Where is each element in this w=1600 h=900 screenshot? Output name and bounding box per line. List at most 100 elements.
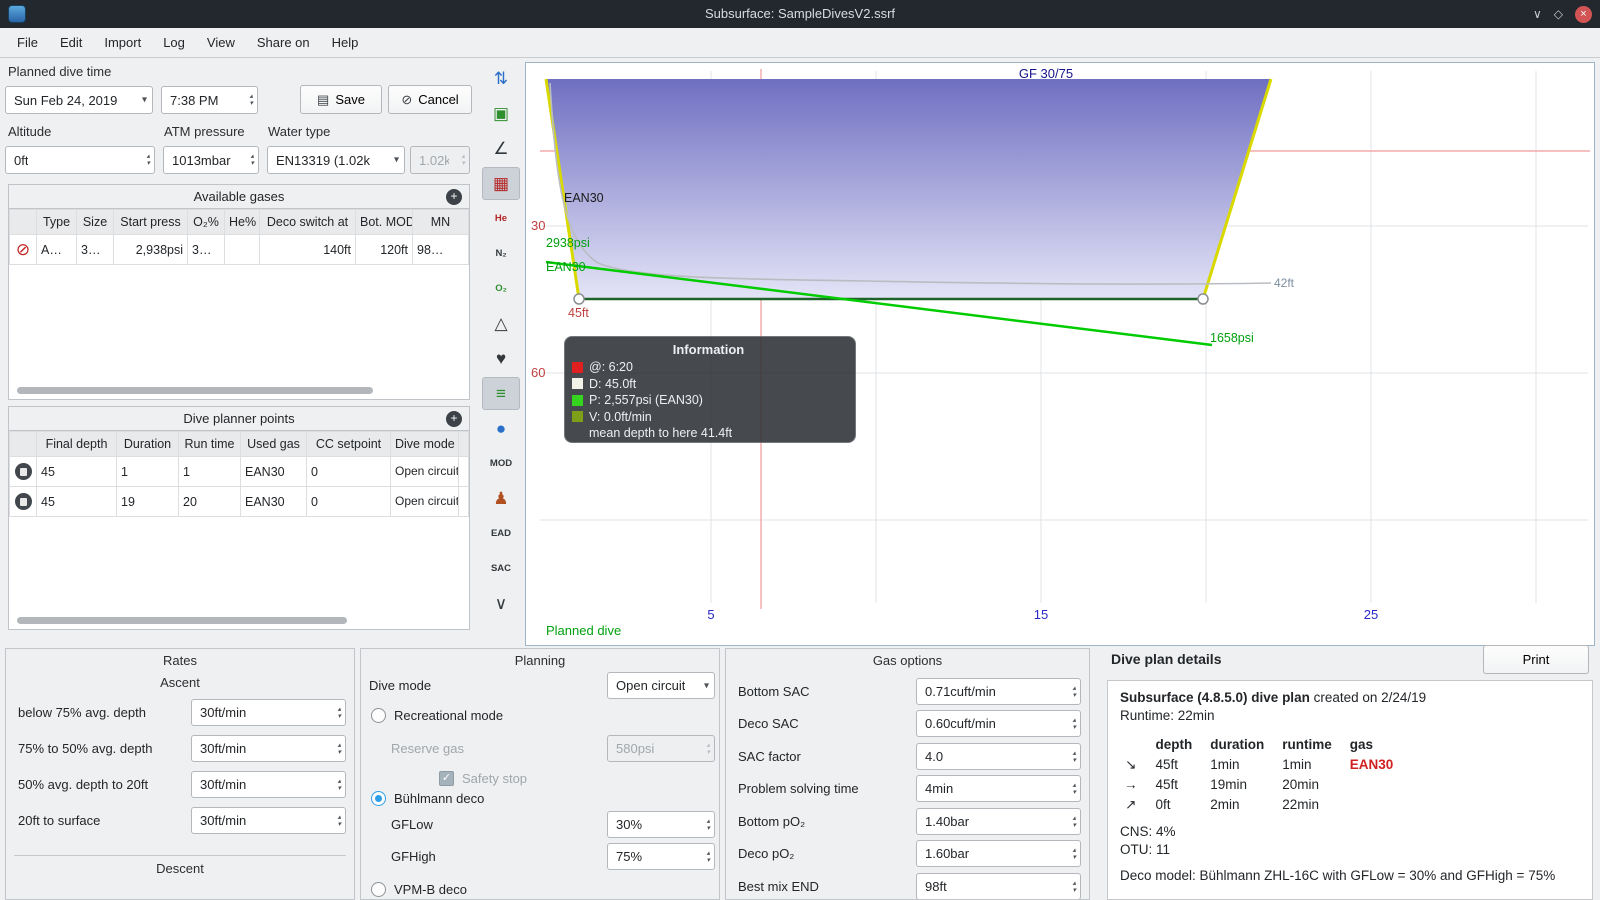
pp-o2-icon[interactable]: O₂: [482, 272, 520, 305]
cell-run-time[interactable]: 1: [178, 456, 241, 487]
col-run-time[interactable]: Run time: [178, 431, 241, 457]
ead-icon[interactable]: EAD: [482, 517, 520, 550]
cell-run-time[interactable]: 20: [178, 486, 241, 517]
planner-handle[interactable]: [1197, 293, 1209, 305]
cell-duration[interactable]: 1: [116, 456, 179, 487]
close-icon[interactable]: ×: [1575, 5, 1592, 23]
col-cc-setpoint[interactable]: CC setpoint: [306, 431, 391, 457]
spinner-arrows-icon[interactable]: ▴ ▾: [146, 153, 150, 167]
tank-bar-icon[interactable]: ≡: [482, 377, 520, 410]
tissues-ceiling-icon[interactable]: ▦: [482, 167, 520, 200]
spinner-arrows-icon[interactable]: ▴ ▾: [250, 153, 254, 167]
sac-icon[interactable]: SAC: [482, 552, 520, 585]
add-point-button[interactable]: +: [446, 411, 462, 427]
cell-he[interactable]: [224, 234, 260, 265]
radio-selected-icon[interactable]: [371, 790, 386, 806]
add-cylinder-button[interactable]: +: [446, 189, 462, 205]
bottom-po2-spinner[interactable]: 1.40bar ▴ ▾: [916, 808, 1081, 835]
cell-used-gas[interactable]: EAN30: [240, 486, 307, 517]
delete-point-icon[interactable]: [14, 493, 32, 510]
menu-log[interactable]: Log: [152, 30, 196, 55]
cell-deco-switch[interactable]: 140ft: [259, 234, 356, 265]
col-he[interactable]: He%: [224, 209, 260, 235]
ndl-tts-icon[interactable]: ♟: [482, 482, 520, 515]
col-final-depth[interactable]: Final depth: [36, 431, 117, 457]
rate-spinner[interactable]: 30ft/min ▴ ▾: [191, 699, 346, 726]
bottom-sac-spinner[interactable]: 0.71cuft/min ▴ ▾: [916, 678, 1081, 705]
horizontal-scrollbar[interactable]: [17, 617, 347, 624]
col-deco-switch[interactable]: Deco switch at: [259, 209, 356, 235]
cell-mnd[interactable]: 98…: [412, 234, 469, 265]
dive-mode-combo[interactable]: Open circuit ▾: [607, 672, 715, 699]
rate-spinner[interactable]: 30ft/min ▴ ▾: [191, 807, 346, 834]
spinner-arrows-icon[interactable]: ▴ ▾: [337, 742, 341, 756]
spinner-arrows-icon[interactable]: ▴ ▾: [1072, 847, 1076, 861]
menu-help[interactable]: Help: [321, 30, 370, 55]
menu-file[interactable]: File: [6, 30, 49, 55]
cell-cc-setpoint[interactable]: 0: [306, 456, 391, 487]
col-bot-mod[interactable]: Bot. MOD: [355, 209, 413, 235]
cell-start-press[interactable]: 2,938psi: [113, 234, 188, 265]
spinner-arrows-icon[interactable]: ▴ ▾: [706, 818, 710, 832]
pp-n2-icon[interactable]: N₂: [482, 237, 520, 270]
cell-o2[interactable]: 3…: [187, 234, 225, 265]
spinner-arrows-icon[interactable]: ▴ ▾: [337, 706, 341, 720]
spinner-arrows-icon[interactable]: ▴ ▾: [337, 778, 341, 792]
minimize-icon[interactable]: ∨: [1533, 7, 1542, 21]
cancel-button[interactable]: ⊘ Cancel: [388, 85, 472, 114]
cell-used-gas[interactable]: EAN30: [240, 456, 307, 487]
spinner-arrows-icon[interactable]: ▴ ▾: [249, 93, 253, 107]
cell-duration[interactable]: 19: [116, 486, 179, 517]
water-type-combo[interactable]: EN13319 (1.02k ▾: [267, 146, 405, 174]
radio-icon[interactable]: [371, 881, 386, 897]
spinner-arrows-icon[interactable]: ▴ ▾: [1072, 880, 1076, 894]
spinner-arrows-icon[interactable]: ▴ ▾: [1072, 685, 1076, 699]
information-tooltip[interactable]: Information @: 6:20 D: 45.0ft P: 2,557ps…: [564, 336, 856, 443]
planner-handle[interactable]: [573, 293, 585, 305]
buhlmann-deco-radio-row[interactable]: Bühlmann deco: [371, 788, 484, 808]
col-mnd[interactable]: MN: [412, 209, 469, 235]
maximize-icon[interactable]: ◇: [1554, 7, 1563, 21]
print-button[interactable]: Print: [1483, 645, 1589, 674]
scroll-down-icon[interactable]: ∨: [482, 587, 520, 620]
col-used-gas[interactable]: Used gas: [240, 431, 307, 457]
menu-import[interactable]: Import: [93, 30, 152, 55]
mean-depth-icon[interactable]: ●: [482, 412, 520, 445]
cell-final-depth[interactable]: 45: [36, 456, 117, 487]
spinner-arrows-icon[interactable]: ▴ ▾: [1072, 782, 1076, 796]
cell-dive-mode[interactable]: Open circuit: [390, 456, 459, 487]
rate-spinner[interactable]: 30ft/min ▴ ▾: [191, 735, 346, 762]
deco-po2-spinner[interactable]: 1.60bar ▴ ▾: [916, 840, 1081, 867]
cell-final-depth[interactable]: 45: [36, 486, 117, 517]
gflow-spinner[interactable]: 30% ▴ ▾: [607, 811, 715, 838]
dc-ceiling-icon[interactable]: △: [482, 307, 520, 340]
photos-icon[interactable]: ▣: [482, 97, 520, 130]
pp-he-icon[interactable]: He: [482, 202, 520, 235]
planner-point-row[interactable]: 45 1 1 EAN30 0 Open circuit: [9, 456, 469, 487]
cell-cc-setpoint[interactable]: 0: [306, 486, 391, 517]
vpmb-deco-radio-row[interactable]: VPM-B deco: [371, 879, 467, 899]
spinner-arrows-icon[interactable]: ▴ ▾: [1072, 717, 1076, 731]
cylinder-row[interactable]: ⊘ A… 3… 2,938psi 3… 140ft 120ft 98…: [9, 234, 469, 265]
cell-bot-mod[interactable]: 120ft: [355, 234, 413, 265]
problem-solving-time-spinner[interactable]: 4min ▴ ▾: [916, 775, 1081, 802]
mod-icon[interactable]: MOD: [482, 447, 520, 480]
cell-type[interactable]: A…: [36, 234, 77, 265]
col-dive-mode[interactable]: Dive mode: [390, 431, 459, 457]
recreational-mode-radio-row[interactable]: Recreational mode: [371, 705, 503, 725]
altitude-spinner[interactable]: 0ft ▴ ▾: [5, 146, 155, 174]
cell-dive-mode[interactable]: Open circuit: [390, 486, 459, 517]
menu-view[interactable]: View: [196, 30, 246, 55]
horizontal-scrollbar[interactable]: [17, 387, 373, 394]
radio-icon[interactable]: [371, 707, 386, 723]
ruler-icon[interactable]: ∠: [482, 132, 520, 165]
spinner-arrows-icon[interactable]: ▴ ▾: [1072, 750, 1076, 764]
menu-edit[interactable]: Edit: [49, 30, 93, 55]
spinner-arrows-icon[interactable]: ▴ ▾: [337, 814, 341, 828]
col-start-press[interactable]: Start press: [113, 209, 188, 235]
gfhigh-spinner[interactable]: 75% ▴ ▾: [607, 843, 715, 870]
col-size[interactable]: Size: [76, 209, 114, 235]
save-button[interactable]: ▤ Save: [300, 85, 382, 114]
atm-pressure-spinner[interactable]: 1013mbar ▴ ▾: [163, 146, 259, 174]
delete-cylinder-icon[interactable]: ⊘: [16, 241, 30, 258]
